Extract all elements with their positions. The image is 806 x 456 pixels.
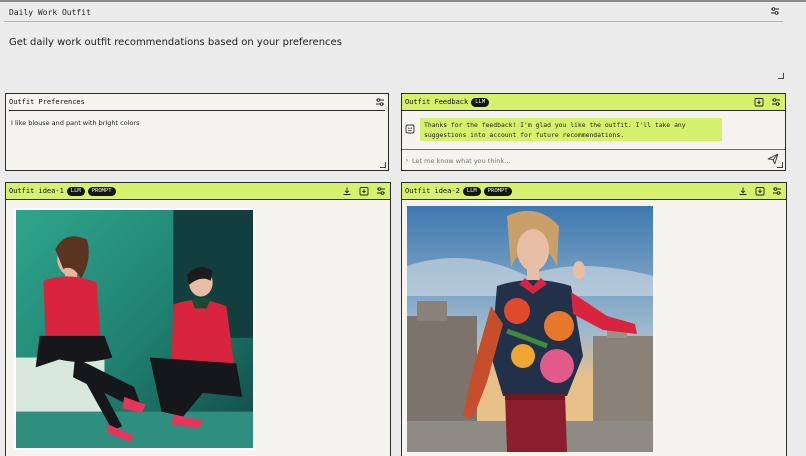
sliders-icon[interactable]	[375, 97, 385, 107]
save-icon[interactable]	[755, 186, 765, 196]
sliders-icon[interactable]	[770, 6, 780, 16]
preferences-header: Outfit Preferences	[9, 94, 385, 111]
preferences-title: Outfit Preferences	[9, 98, 85, 106]
save-icon[interactable]	[359, 186, 369, 196]
outfit-image-2[interactable]	[407, 206, 653, 452]
outfit-idea-1-title: Outfit idea-1	[9, 187, 64, 195]
outfit-idea-1-panel: Outfit idea-1 LLM PROMPT	[5, 182, 391, 456]
outfit-idea-2-title: Outfit idea-2	[405, 187, 460, 195]
prompt-badge: PROMPT	[483, 186, 512, 196]
preferences-panel: Outfit Preferences I like blouse and pan…	[5, 93, 389, 171]
preferences-text[interactable]: I like blouse and pant with bright color…	[11, 119, 140, 127]
llm-badge: LLM	[66, 186, 85, 196]
feedback-panel: Outfit Feedback LLM Thanks for the feedb…	[401, 93, 786, 171]
assistant-message: Thanks for the feedback! I'm glad you li…	[420, 118, 722, 141]
llm-badge: LLM	[462, 186, 481, 196]
sliders-icon[interactable]	[771, 97, 781, 107]
save-icon[interactable]	[754, 97, 764, 107]
app-title: Daily Work Outfit	[9, 8, 91, 17]
sliders-icon[interactable]	[772, 186, 782, 196]
resize-handle[interactable]	[380, 162, 386, 168]
outfit-idea-1-header: Outfit idea-1 LLM PROMPT	[6, 183, 390, 200]
resize-handle[interactable]	[778, 73, 784, 79]
feedback-chat: Thanks for the feedback! I'm glad you li…	[402, 111, 785, 150]
sliders-icon[interactable]	[376, 186, 386, 196]
outfit-idea-2-header: Outfit idea-2 LLM PROMPT	[402, 183, 786, 200]
outfit-idea-2-panel: Outfit idea-2 LLM PROMPT	[401, 182, 787, 456]
prompt-badge: PROMPT	[87, 186, 116, 196]
outfit-image-1[interactable]	[14, 208, 255, 450]
app-description: Get daily work outfit recommendations ba…	[9, 37, 342, 48]
app-header: Daily Work Outfit	[4, 2, 783, 22]
download-icon[interactable]	[342, 186, 352, 196]
feedback-title: Outfit Feedback	[405, 98, 469, 106]
download-icon[interactable]	[738, 186, 748, 196]
chevron-right-icon: ›	[405, 157, 409, 164]
feedback-input[interactable]	[412, 157, 752, 165]
llm-badge: LLM	[471, 97, 490, 107]
resize-handle[interactable]	[777, 162, 783, 168]
bot-icon	[405, 124, 415, 134]
feedback-header: Outfit Feedback LLM	[402, 94, 785, 111]
